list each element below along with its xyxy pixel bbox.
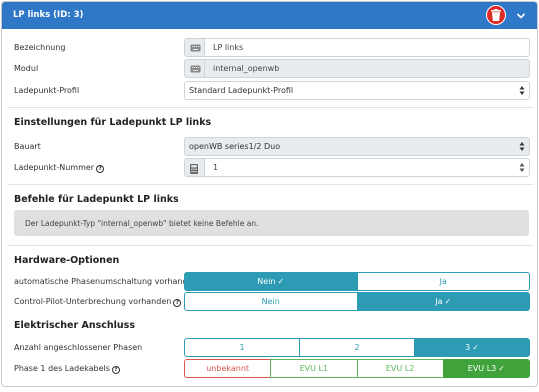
phase-switch-label: automatische Phasenumschaltung vorhanden xyxy=(14,277,198,286)
bauart-select-value: openWB series1/2 Duo xyxy=(189,142,281,151)
phase1-evu-l3-button[interactable]: EVU L3 ✓ xyxy=(442,359,530,378)
spinner-arrows-icon[interactable] xyxy=(519,162,525,173)
trash-icon xyxy=(491,9,501,21)
calculator-icon xyxy=(190,164,198,174)
option-label: Ja xyxy=(435,297,443,306)
keyboard-icon xyxy=(190,65,201,73)
phases-toggle: 1 2 3 ✓ xyxy=(184,338,530,357)
option-label: EVU L1 xyxy=(299,364,329,373)
cp-toggle: Nein Ja ✓ xyxy=(184,292,530,311)
nummer-value: 1 xyxy=(213,163,219,172)
electric-title: Elektrischer Anschluss xyxy=(14,320,135,331)
profil-select-value: Standard Ladepunkt-Profil xyxy=(189,86,294,95)
option-label: EVU L3 xyxy=(467,364,497,373)
help-icon[interactable]: ? xyxy=(96,165,105,173)
chevron-down-icon[interactable] xyxy=(516,11,526,21)
commands-title: Befehle für Ladepunkt LP links xyxy=(14,194,179,205)
calculator-addon xyxy=(184,158,205,177)
chargepoint-card: LP links (ID: 3) Bezeichnung LP links Mo… xyxy=(1,1,538,387)
option-label: Ja xyxy=(439,277,447,286)
nummer-label: Ladepunkt-Nummer? xyxy=(14,163,105,173)
modul-label: Modul xyxy=(14,64,39,73)
divider xyxy=(8,245,533,246)
check-icon: ✓ xyxy=(444,297,452,306)
option-label: 1 xyxy=(239,343,245,352)
phase-switch-nein-button[interactable]: Nein ✓ xyxy=(184,272,358,291)
cp-label: Control-Pilot-Unterbrechung vorhanden? xyxy=(14,297,182,307)
profil-select[interactable]: Standard Ladepunkt-Profil xyxy=(184,81,530,100)
option-label: 3 xyxy=(465,343,471,352)
phases-1-button[interactable]: 1 xyxy=(184,338,300,357)
nummer-label-text: Ladepunkt-Nummer xyxy=(14,163,95,172)
option-label: Nein xyxy=(261,297,280,306)
check-icon: ✓ xyxy=(277,277,285,286)
commands-info-box: Der Ladepunkt-Typ "internal_openwb" biet… xyxy=(14,210,529,236)
nummer-input[interactable]: 1 xyxy=(205,158,530,177)
bauart-label: Bauart xyxy=(14,142,41,151)
phase1-evu-l2-button[interactable]: EVU L2 xyxy=(356,359,444,378)
bezeichnung-label: Bezeichnung xyxy=(14,43,66,52)
phases-label: Anzahl angeschlossener Phasen xyxy=(14,343,143,352)
card-header[interactable]: LP links (ID: 3) xyxy=(2,2,537,29)
option-label: unbekannt xyxy=(206,364,250,373)
phase-switch-toggle: Nein ✓ Ja xyxy=(184,272,530,291)
cp-nein-button[interactable]: Nein xyxy=(184,292,358,311)
check-icon: ✓ xyxy=(472,343,479,352)
option-label: 2 xyxy=(354,343,360,352)
bauart-select: openWB series1/2 Duo xyxy=(184,137,530,156)
phase1-evu-l1-button[interactable]: EVU L1 xyxy=(270,359,358,378)
help-icon[interactable]: ? xyxy=(111,366,120,374)
settings-title: Einstellungen für Ladepunkt LP links xyxy=(14,117,212,128)
check-icon: ✓ xyxy=(498,364,505,373)
divider xyxy=(8,184,533,185)
phase1-label: Phase 1 des Ladekabels? xyxy=(14,364,120,374)
hardware-title: Hardware-Optionen xyxy=(14,255,120,266)
phases-3-button[interactable]: 3 ✓ xyxy=(414,338,530,357)
phase1-toggle: unbekannt EVU L1 EVU L2 EVU L3 ✓ xyxy=(184,359,530,378)
option-label: EVU L2 xyxy=(385,364,415,373)
phases-2-button[interactable]: 2 xyxy=(299,338,415,357)
select-arrows-icon xyxy=(519,142,525,151)
phase-switch-ja-button[interactable]: Ja xyxy=(356,272,530,291)
phase1-unbekannt-button[interactable]: unbekannt xyxy=(184,359,272,378)
modul-input: internal_openwb xyxy=(205,59,530,78)
cp-ja-button[interactable]: Ja ✓ xyxy=(356,292,530,311)
card-title: LP links (ID: 3) xyxy=(13,10,84,20)
bezeichnung-input[interactable]: LP links xyxy=(205,38,530,57)
cp-label-text: Control-Pilot-Unterbrechung vorhanden xyxy=(14,297,172,306)
help-icon[interactable]: ? xyxy=(173,299,182,307)
keyboard-addon xyxy=(184,38,205,57)
keyboard-addon-2 xyxy=(184,59,205,78)
profil-label: Ladepunkt-Profil xyxy=(14,86,80,95)
delete-button[interactable] xyxy=(486,5,506,25)
phase1-label-text: Phase 1 des Ladekabels xyxy=(14,364,110,373)
divider xyxy=(8,107,533,108)
option-label: Nein xyxy=(257,277,276,286)
select-arrows-icon xyxy=(519,86,525,95)
keyboard-icon xyxy=(190,44,201,52)
